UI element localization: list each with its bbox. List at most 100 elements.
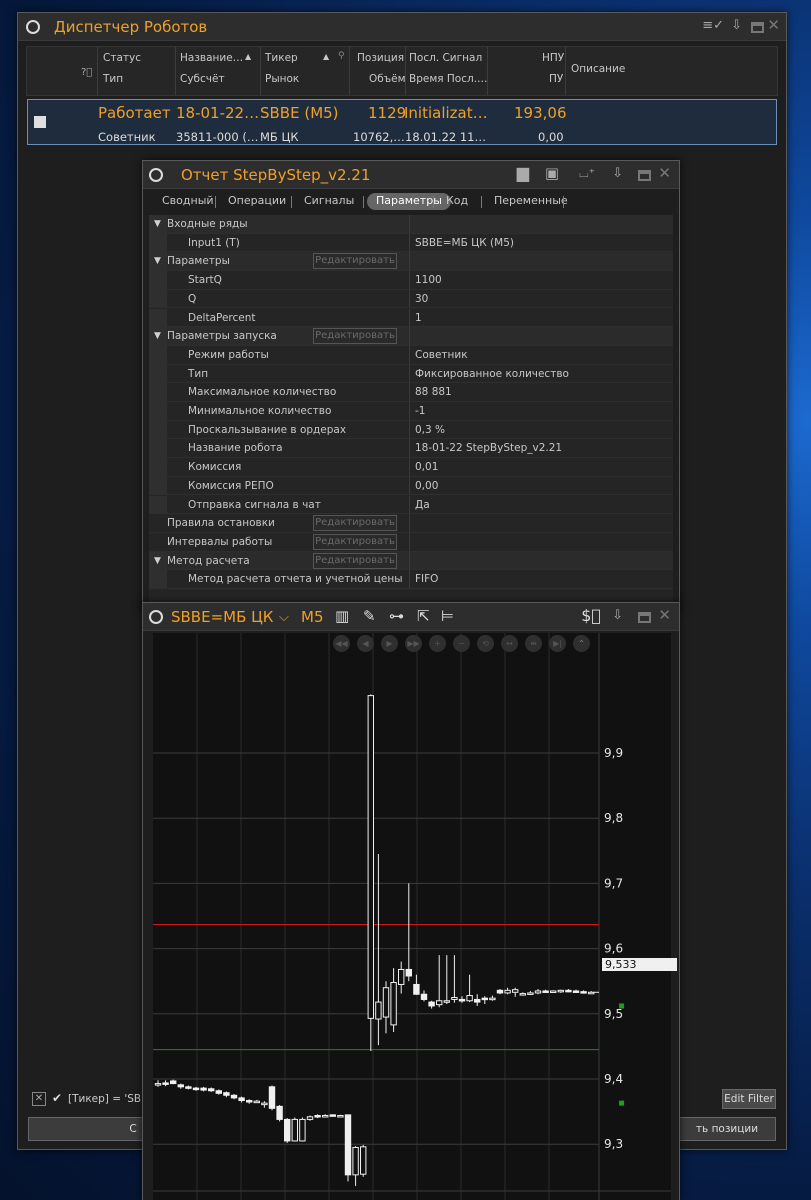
param-row[interactable]: DeltaPercent 1	[149, 308, 673, 328]
expand-arrow-icon[interactable]: ▼	[154, 556, 161, 566]
param-value[interactable]: FIFO	[415, 573, 438, 585]
instrument-name[interactable]: SBBE=МБ ЦК	[171, 608, 273, 626]
robot-manager-titlebar[interactable]: Диспетчер Роботов ≡✓ ⇩ ✕	[18, 13, 786, 41]
window-menu-icon[interactable]	[149, 168, 163, 182]
tab-4[interactable]: Код	[437, 193, 477, 210]
param-value[interactable]: 0,3 %	[415, 424, 445, 436]
indicator-icon[interactable]: ⊶	[389, 607, 404, 625]
edit-filter-button[interactable]: Edit Filter	[722, 1089, 776, 1109]
zoom-in-icon[interactable]: +	[429, 635, 446, 652]
close-icon[interactable]: ✕	[658, 164, 671, 182]
edit-button[interactable]: Редактировать	[313, 552, 397, 569]
param-group[interactable]: Правила остановки Редактировать	[149, 514, 673, 533]
expand-icon[interactable]: ↔	[501, 635, 518, 652]
nav-next-icon[interactable]: ▶	[381, 635, 398, 652]
param-group[interactable]: ▼ Параметры Редактировать	[149, 252, 673, 272]
edit-button[interactable]: Редактировать	[313, 533, 397, 550]
filter-enabled-checkbox[interactable]: ✔	[52, 1091, 62, 1105]
tab-0[interactable]: Сводный	[153, 193, 223, 210]
param-row[interactable]: Минимальное количество -1	[149, 402, 673, 421]
param-value[interactable]: 18-01-22 StepByStep_v2.21	[415, 442, 562, 454]
nav-last-icon[interactable]: ▶▶	[405, 635, 422, 652]
nav-prev-icon[interactable]: ◀	[357, 635, 374, 652]
robot-row[interactable]: Работает 18-01-22… SBBE (M5) 1129 Initia…	[27, 99, 777, 145]
close-icon[interactable]: ✕	[658, 606, 671, 624]
col-name[interactable]: Название…	[180, 52, 243, 64]
maximize-icon[interactable]	[638, 612, 651, 623]
param-row[interactable]: Input1 (T) SBBE=МБ ЦК (M5)	[149, 233, 673, 253]
pin-icon[interactable]: ⇩	[612, 166, 623, 181]
chart-titlebar[interactable]: SBBE=МБ ЦК ⌵ M5 ▥ ✎ ⊶ ⇱ ⊨ $⃝ ⇩ ✕	[143, 603, 679, 631]
col-npu[interactable]: НПУ	[542, 52, 564, 64]
param-row[interactable]: Проскальзывание в ордерах 0,3 %	[149, 420, 673, 440]
param-row[interactable]: Отправка сигнала в чат Да	[149, 495, 673, 515]
pin-icon[interactable]: ⇩	[612, 608, 623, 623]
param-value[interactable]: Да	[415, 499, 430, 511]
param-row[interactable]: Тип Фиксированное количество	[149, 364, 673, 384]
dollar-icon[interactable]: $⃝	[581, 606, 601, 625]
columns-settings-icon[interactable]: ≡✓	[702, 18, 724, 33]
col-subaccount[interactable]: Субсчёт	[180, 73, 225, 85]
expand-arrow-icon[interactable]: ▼	[154, 256, 161, 266]
window-menu-icon[interactable]	[149, 610, 163, 624]
param-row[interactable]: Комиссия 0,01	[149, 458, 673, 477]
reset-zoom-icon[interactable]: ⟲	[477, 635, 494, 652]
tab-2[interactable]: Сигналы	[295, 193, 363, 210]
param-row[interactable]: Максимальное количество 88 881	[149, 383, 673, 402]
filter-icon[interactable]: ⚲	[338, 51, 345, 61]
candles-icon[interactable]: ▥	[335, 607, 349, 625]
save-icon[interactable]: ▣	[545, 164, 559, 182]
report-titlebar[interactable]: Отчет StepByStep_v2.21 ▆ ▣ ⌴⁺ ⇩ ✕	[143, 161, 679, 189]
help-icon[interactable]: ?⃝	[81, 67, 92, 78]
depth-icon[interactable]: ⊨	[441, 607, 454, 625]
param-value[interactable]: SBBE=МБ ЦК (M5)	[415, 237, 514, 249]
pin-icon[interactable]: ⇩	[731, 18, 742, 33]
param-row[interactable]: Метод расчета отчета и учетной цены FIFO	[149, 570, 673, 589]
maximize-icon[interactable]	[751, 22, 764, 33]
chevron-down-icon[interactable]: ⌵	[279, 610, 289, 625]
param-row[interactable]: Комиссия РЕПО 0,00	[149, 476, 673, 496]
param-value[interactable]: 1	[415, 312, 422, 324]
param-group[interactable]: ▼ Входные ряды	[149, 215, 673, 234]
close-icon[interactable]: ✕	[767, 16, 780, 34]
param-row[interactable]: Название робота 18-01-22 StepByStep_v2.21	[149, 439, 673, 459]
param-row[interactable]: StartQ 1100	[149, 271, 673, 290]
param-value[interactable]: Фиксированное количество	[415, 368, 569, 380]
param-group[interactable]: Интервалы работы Редактировать	[149, 532, 673, 552]
chart-settings-icon[interactable]: ⌴⁺	[579, 166, 595, 181]
col-market[interactable]: Рынок	[265, 73, 299, 85]
col-volume[interactable]: Объём	[369, 73, 406, 85]
cursor-icon[interactable]: ⇱	[417, 607, 430, 625]
param-value[interactable]: 30	[415, 293, 428, 305]
param-value[interactable]: Советник	[415, 349, 468, 361]
expand-arrow-icon[interactable]: ▼	[154, 219, 161, 229]
col-pu[interactable]: ПУ	[549, 73, 563, 85]
folder-icon[interactable]: ▆	[517, 163, 529, 182]
pencil-icon[interactable]: ✎	[363, 607, 376, 625]
col-last-time[interactable]: Время Посл.…	[409, 73, 488, 85]
col-ticker[interactable]: Тикер	[265, 52, 298, 64]
col-position[interactable]: Позиция	[357, 52, 404, 64]
param-row[interactable]: Режим работы Советник	[149, 345, 673, 365]
maximize-icon[interactable]	[638, 170, 651, 181]
param-value[interactable]: 0,00	[415, 480, 438, 492]
nav-first-icon[interactable]: ◀◀	[333, 635, 350, 652]
compress-icon[interactable]: ⇹	[525, 635, 542, 652]
close-positions-button[interactable]: ть позиции	[678, 1117, 776, 1141]
scroll-end-icon[interactable]: ▶|	[549, 635, 566, 652]
param-group[interactable]: ▼ Метод расчета Редактировать	[149, 551, 673, 571]
param-value[interactable]: -1	[415, 405, 425, 417]
expand-arrow-icon[interactable]: ▼	[154, 331, 161, 341]
edit-button[interactable]: Редактировать	[313, 328, 397, 345]
edit-button[interactable]: Редактировать	[313, 253, 397, 270]
timeframe[interactable]: M5	[301, 608, 324, 626]
edit-button[interactable]: Редактировать	[313, 515, 397, 532]
collapse-icon[interactable]: ⌃	[573, 635, 590, 652]
price-chart[interactable]: 9,99,89,79,69,59,49,39,2	[153, 633, 671, 1200]
zoom-out-icon[interactable]: −	[453, 635, 470, 652]
param-group[interactable]: ▼ Параметры запуска Редактировать	[149, 327, 673, 346]
row-checkbox[interactable]	[34, 116, 46, 128]
col-description[interactable]: Описание	[571, 63, 625, 75]
param-value[interactable]: 1100	[415, 274, 442, 286]
col-last-signal[interactable]: Посл. Сигнал	[409, 52, 482, 64]
